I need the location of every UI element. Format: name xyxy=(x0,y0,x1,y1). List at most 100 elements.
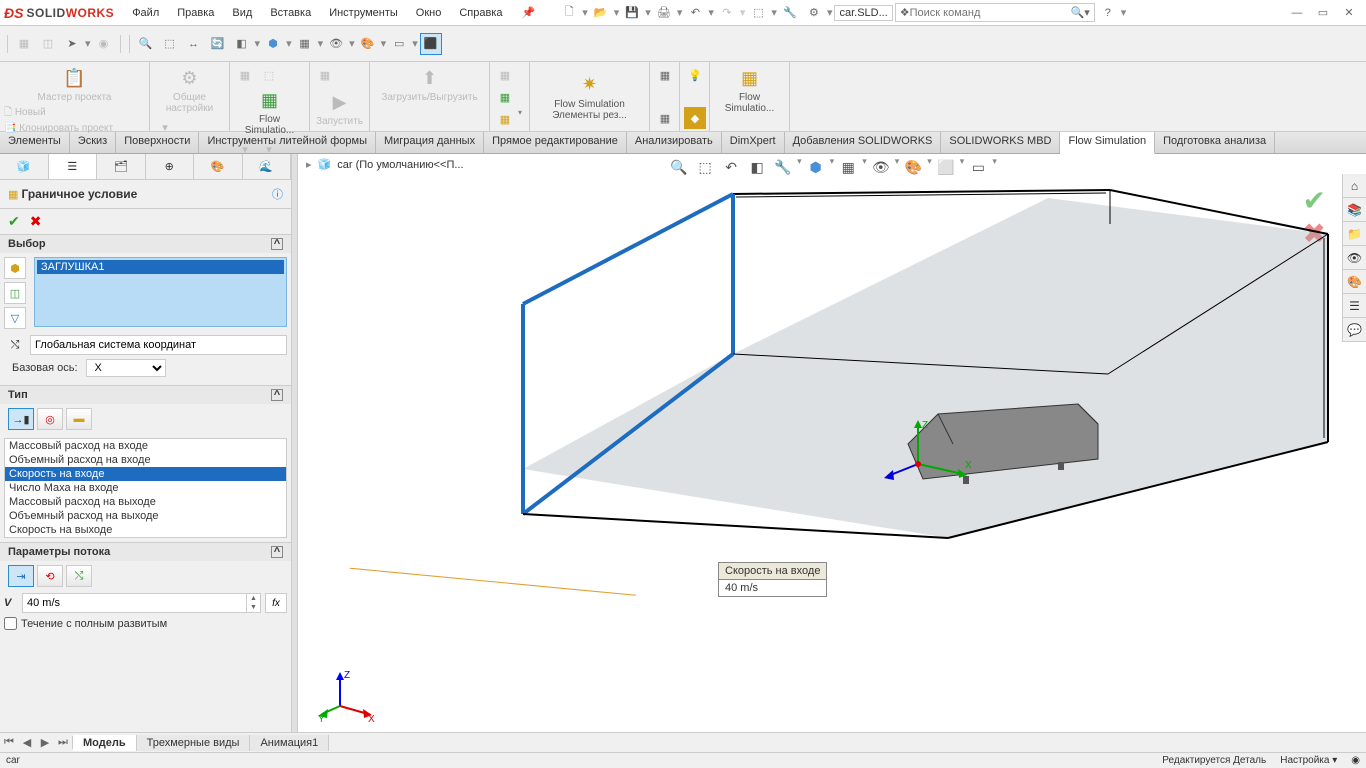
menu-file[interactable]: Файл xyxy=(124,4,167,22)
options-icon[interactable]: ⚙ xyxy=(803,2,825,24)
tab-nav-prev[interactable]: ◀ xyxy=(18,736,36,749)
close-button[interactable]: ✕ xyxy=(1336,2,1362,24)
bc-type-pressure[interactable]: ◎ xyxy=(37,408,63,430)
flow-sim-tools-button[interactable]: ▦Flow Simulatio... xyxy=(714,64,785,116)
tab-evaluate[interactable]: Анализировать xyxy=(627,132,722,153)
dyn-anno-icon[interactable]: 🔧 xyxy=(771,156,795,178)
edge-filter-icon[interactable]: ◫ xyxy=(4,282,26,304)
bc-opt-4[interactable]: Массовый расход на выходе xyxy=(5,495,286,509)
restore-button[interactable]: ▭ xyxy=(1310,2,1336,24)
tab-addins[interactable]: Добавления SOLIDWORKS xyxy=(785,132,942,153)
prev-view-icon[interactable]: ↶ xyxy=(719,156,743,178)
bc-opt-5[interactable]: Объемный расход на выходе xyxy=(5,509,286,523)
section-hu-icon[interactable]: ◧ xyxy=(745,156,769,178)
cancel-button[interactable]: ✖ xyxy=(30,213,42,230)
hide-show-icon[interactable]: 👁 xyxy=(325,33,347,55)
scene-hu-icon[interactable]: ⬜ xyxy=(934,156,958,178)
tab-nav-first[interactable]: ⏮ xyxy=(0,736,18,749)
selection-section-header[interactable]: Выбор ^ xyxy=(0,235,291,253)
tab-mold[interactable]: Инструменты литейной формы xyxy=(199,132,376,153)
document-dropdown[interactable]: car.SLD... xyxy=(834,5,892,21)
bottom-tab-animation[interactable]: Анимация1 xyxy=(250,735,329,751)
prop-tab-config[interactable]: 🗂 xyxy=(97,154,146,179)
tab-surfaces[interactable]: Поверхности xyxy=(116,132,199,153)
undo-icon[interactable]: ↶ xyxy=(684,2,706,24)
orientation-triad[interactable]: Z X Y xyxy=(318,664,378,724)
tab-migration[interactable]: Миграция данных xyxy=(376,132,484,153)
tab-analysis-prep[interactable]: Подготовка анализа xyxy=(1155,132,1275,153)
command-search[interactable]: ❖ 🔍▾ xyxy=(895,3,1095,22)
menu-insert[interactable]: Вставка xyxy=(262,4,319,22)
tb-btn-1[interactable]: ▦ xyxy=(13,33,35,55)
selected-face-item[interactable]: ЗАГЛУШКА1 xyxy=(37,260,284,274)
tb-btn-3[interactable]: ◉ xyxy=(93,33,115,55)
bc-type-wall[interactable]: ▬ xyxy=(66,408,92,430)
rotate-icon[interactable]: 🔄 xyxy=(207,33,229,55)
flow-dir-3d[interactable]: ⤭ xyxy=(66,565,92,587)
fully-developed-checkbox[interactable] xyxy=(4,617,17,630)
tb-btn-2[interactable]: ◫ xyxy=(37,33,59,55)
ribbon-small-b[interactable]: ▦ xyxy=(654,107,676,129)
prop-tab-dimxpert[interactable]: ⊕ xyxy=(146,154,195,179)
prop-tab-feature-tree[interactable]: 🧊 xyxy=(0,154,49,179)
menu-tools[interactable]: Инструменты xyxy=(321,4,406,22)
view-cube-icon[interactable]: ⬢ xyxy=(804,156,828,178)
help-icon[interactable]: ? xyxy=(1097,2,1119,24)
menu-edit[interactable]: Правка xyxy=(169,4,222,22)
axis-dropdown[interactable]: X xyxy=(86,359,166,377)
render-icon[interactable]: ▭ xyxy=(388,33,410,55)
selection-list[interactable]: ЗАГЛУШКА1 xyxy=(34,257,287,327)
flow-sim-button[interactable]: ▦Flow Simulatio... xyxy=(234,86,305,138)
flyout-tree[interactable]: ▸ 🧊 car (По умолчанию<<П... xyxy=(306,158,464,171)
zoom-area-hu-icon[interactable]: ⬚ xyxy=(693,156,717,178)
spin-up[interactable]: ▲ xyxy=(247,594,260,603)
pin-icon[interactable]: 📌 xyxy=(519,3,539,22)
bc-opt-2[interactable]: Скорость на входе xyxy=(5,467,286,481)
flow-dir-normal[interactable]: ⇥ xyxy=(8,565,34,587)
minimize-button[interactable]: — xyxy=(1284,2,1310,24)
tab-direct-edit[interactable]: Прямое редактирование xyxy=(484,132,627,153)
menu-view[interactable]: Вид xyxy=(224,4,260,22)
collapse-icon[interactable]: ^ xyxy=(271,546,283,558)
ribbon-small-a[interactable]: ▦ xyxy=(654,64,676,86)
zoom-dynamic-icon[interactable]: ↔ xyxy=(183,33,205,55)
status-custom[interactable]: Настройка ▾ xyxy=(1280,755,1337,766)
open-icon[interactable]: 📂 xyxy=(590,2,612,24)
tab-dimxpert[interactable]: DimXpert xyxy=(722,132,785,153)
display-hu-icon[interactable]: ▦ xyxy=(836,156,860,178)
status-icon[interactable]: ◉ xyxy=(1351,755,1360,766)
section-icon[interactable]: ◧ xyxy=(231,33,253,55)
zoom-fit-hu-icon[interactable]: 🔍 xyxy=(667,156,691,178)
zoom-fit-icon[interactable]: 🔍 xyxy=(135,33,157,55)
redo-icon[interactable]: ↷ xyxy=(716,2,738,24)
fx-button[interactable]: fx xyxy=(265,593,287,613)
spin-down[interactable]: ▼ xyxy=(247,603,260,612)
select-icon[interactable]: ⬚ xyxy=(747,2,769,24)
cube-yellow-icon[interactable]: ◆ xyxy=(684,107,706,129)
collapse-icon[interactable]: ^ xyxy=(271,238,283,250)
view-settings-icon[interactable]: ▭ xyxy=(966,156,990,178)
bottom-tab-3dviews[interactable]: Трехмерные виды xyxy=(137,735,251,751)
3d-viewport[interactable]: ▸ 🧊 car (По умолчанию<<П... 🔍 ⬚ ↶ ◧ 🔧▾ ⬢… xyxy=(298,154,1366,732)
bc-opt-6[interactable]: Скорость на выходе xyxy=(5,523,286,537)
help-bubble-icon[interactable]: ⓘ xyxy=(272,186,283,202)
zoom-area-icon[interactable]: ⬚ xyxy=(159,33,181,55)
lightbulb-icon[interactable]: 💡 xyxy=(684,64,706,86)
save-icon[interactable]: 💾 xyxy=(621,2,643,24)
collapse-icon[interactable]: ^ xyxy=(271,389,283,401)
menu-help[interactable]: Справка xyxy=(451,4,510,22)
prop-tab-flow[interactable]: 🌊 xyxy=(243,154,292,179)
accept-button[interactable]: ✔ xyxy=(8,213,20,230)
vertex-filter-icon[interactable]: ▽ xyxy=(4,307,26,329)
velocity-input[interactable]: ▲▼ xyxy=(22,593,261,613)
boundary-type-list[interactable]: Массовый расход на входе Объемный расход… xyxy=(4,438,287,538)
scene-icon[interactable]: 🎨 xyxy=(357,33,379,55)
tab-nav-next[interactable]: ▶ xyxy=(36,736,54,749)
flow-params-header[interactable]: Параметры потока ^ xyxy=(0,543,291,561)
prop-tab-property-mgr[interactable]: ☰ xyxy=(49,154,98,179)
search-icon[interactable]: 🔍▾ xyxy=(1071,6,1090,19)
display-style-icon[interactable]: ▦ xyxy=(294,33,316,55)
tab-sketch[interactable]: Эскиз xyxy=(70,132,116,153)
flow-results-button[interactable]: ✷Flow Simulation Элементы рез... xyxy=(534,71,645,123)
view-orient-icon[interactable]: ⬢ xyxy=(262,33,284,55)
